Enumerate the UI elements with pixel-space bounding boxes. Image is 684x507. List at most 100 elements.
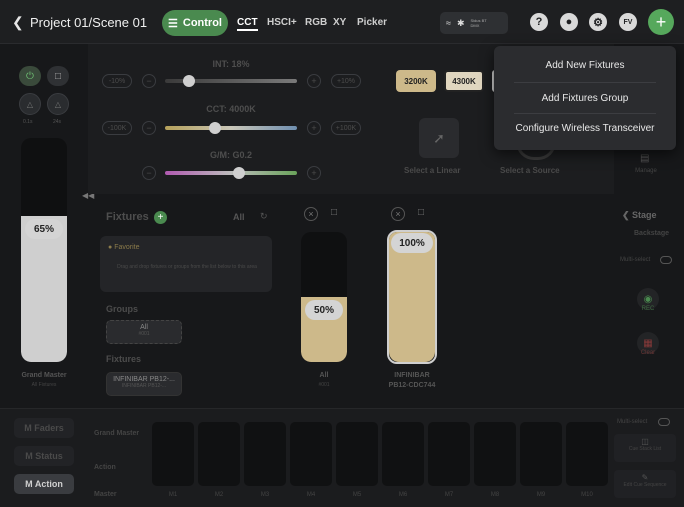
master-slot[interactable] bbox=[198, 422, 240, 486]
select-linear[interactable]: Select a Linear bbox=[404, 166, 460, 175]
fixture-chip-sub: INFINIBAR PB12-... bbox=[121, 383, 167, 389]
cct-minus-step[interactable]: -100K bbox=[102, 121, 132, 135]
bluetooth-icon: ✱ bbox=[456, 17, 465, 28]
master-slot[interactable] bbox=[474, 422, 516, 486]
tab-rgb[interactable]: RGB bbox=[305, 17, 327, 28]
int-slider[interactable] bbox=[165, 75, 297, 87]
drop-hint: Drag and drop fixtures or groups from th… bbox=[117, 264, 257, 270]
control-button[interactable]: ☰ Control bbox=[162, 10, 228, 36]
master-slot[interactable] bbox=[428, 422, 470, 486]
master-slot[interactable] bbox=[244, 422, 286, 486]
multiselect-label: Multi-select bbox=[620, 257, 651, 263]
linear-curve-icon[interactable]: ➚ bbox=[419, 118, 459, 158]
all-fader[interactable] bbox=[301, 232, 347, 362]
bottom-multiselect-toggle[interactable] bbox=[658, 418, 670, 426]
fixture-chip[interactable]: INFINIBAR PB12-... INFINIBAR PB12-... bbox=[106, 372, 182, 396]
fade-out-icon[interactable]: △ bbox=[47, 93, 69, 115]
cue-stack-icon: ◫ bbox=[641, 437, 649, 446]
master-slot-label: M7 bbox=[444, 492, 454, 498]
tab-cct[interactable]: CCT bbox=[237, 17, 258, 31]
int-slider-knob[interactable] bbox=[182, 75, 195, 87]
cct-plus-icon[interactable]: + bbox=[307, 121, 321, 135]
gm-minus-icon[interactable]: − bbox=[142, 166, 156, 180]
tab-xy[interactable]: XY bbox=[333, 17, 346, 28]
grand-master-fader[interactable] bbox=[21, 138, 67, 362]
stage-nav[interactable]: ❮ Stage bbox=[622, 210, 657, 221]
fixtures-list-label: Fixtures bbox=[106, 354, 142, 364]
grand-master-label: Grand Master bbox=[21, 372, 67, 379]
fx-fader-close-icon[interactable]: × bbox=[391, 207, 405, 221]
connection-status[interactable]: ≈ ✱ Sidus BT DMX bbox=[440, 12, 508, 34]
all-fader-lock-icon[interactable]: □ bbox=[331, 207, 337, 218]
cct-plus-step[interactable]: +100K bbox=[331, 121, 361, 135]
groups-label: Groups bbox=[106, 304, 139, 314]
edit-cue-button[interactable]: ✎ Edit Cue Sequence bbox=[614, 470, 676, 498]
gm-slider[interactable] bbox=[165, 167, 297, 179]
power-icon[interactable]: ⏻ bbox=[19, 66, 41, 86]
sliders-icon: ☰ bbox=[168, 17, 178, 30]
master-slot-label: M5 bbox=[352, 492, 362, 498]
int-minus-icon[interactable]: − bbox=[142, 74, 156, 88]
preset-3200k[interactable]: 3200K bbox=[396, 70, 436, 92]
fade-in-time: 0.1s bbox=[23, 119, 33, 125]
cct-slider-knob[interactable] bbox=[209, 122, 222, 134]
add-icon[interactable]: + bbox=[648, 9, 674, 35]
cct-minus-icon[interactable]: − bbox=[142, 121, 156, 135]
rec-label[interactable]: REC bbox=[628, 306, 668, 312]
master-slot[interactable] bbox=[336, 422, 378, 486]
menu-add-fixtures-group[interactable]: Add Fixtures Group bbox=[494, 93, 676, 104]
back-arrow-icon[interactable]: ❮ bbox=[12, 14, 24, 30]
clear-label[interactable]: Clear bbox=[628, 350, 668, 356]
int-plus-step[interactable]: +10% bbox=[331, 74, 361, 88]
master-slot[interactable] bbox=[290, 422, 332, 486]
menu-add-new-fixtures[interactable]: Add New Fixtures bbox=[494, 60, 676, 71]
cue-stack-button[interactable]: ◫ Cue Stack List bbox=[614, 434, 676, 462]
master-slot-label: M2 bbox=[214, 492, 224, 498]
m-action-button[interactable]: M Action bbox=[14, 474, 74, 494]
row-master: Master bbox=[94, 491, 117, 498]
help-icon[interactable]: ? bbox=[530, 13, 548, 31]
tab-picker[interactable]: Picker bbox=[357, 17, 387, 28]
favorite-label: ● Favorite bbox=[108, 244, 140, 251]
user-avatar[interactable]: FV bbox=[619, 13, 637, 31]
all-fader-close-icon[interactable]: × bbox=[304, 207, 318, 221]
fixture-fader-label: INFINIBAR bbox=[394, 372, 430, 379]
master-slot-label: M8 bbox=[490, 492, 500, 498]
all-fader-sub: #001 bbox=[318, 382, 330, 388]
add-fixture-icon[interactable]: + bbox=[154, 211, 167, 224]
fade-in-icon[interactable]: △ bbox=[19, 93, 41, 115]
m-status-button[interactable]: M Status bbox=[14, 446, 74, 466]
menu-configure-wireless[interactable]: Configure Wireless Transceiver bbox=[494, 123, 676, 134]
master-slot-label: M6 bbox=[398, 492, 408, 498]
backstage-label[interactable]: Backstage bbox=[634, 230, 669, 237]
fixtures-all-filter[interactable]: All bbox=[233, 212, 245, 222]
master-slot[interactable] bbox=[382, 422, 424, 486]
tab-hsci[interactable]: HSCI+ bbox=[267, 17, 297, 28]
project-title: Project 01/Scene 01 bbox=[30, 15, 148, 30]
settings-gear-icon[interactable]: ⚙ bbox=[589, 13, 607, 31]
gm-slider-knob[interactable] bbox=[232, 167, 245, 179]
gm-plus-icon[interactable]: + bbox=[307, 166, 321, 180]
refresh-icon[interactable]: ↻ bbox=[260, 211, 268, 222]
manage-icon[interactable]: ▤ bbox=[640, 153, 649, 164]
master-slot[interactable] bbox=[152, 422, 194, 486]
int-label: INT: 18% bbox=[212, 59, 250, 69]
int-plus-icon[interactable]: + bbox=[307, 74, 321, 88]
fixture-chip-name: INFINIBAR PB12-... bbox=[113, 376, 175, 383]
status-line-2: DMX bbox=[470, 23, 480, 28]
master-slot[interactable] bbox=[520, 422, 562, 486]
multiselect-toggle[interactable] bbox=[660, 256, 672, 264]
manage-label[interactable]: Manage bbox=[626, 168, 666, 174]
fx-fader-lock-icon[interactable]: □ bbox=[418, 207, 424, 218]
select-source[interactable]: Select a Source bbox=[500, 166, 560, 175]
cct-slider[interactable] bbox=[165, 122, 297, 134]
chat-icon[interactable]: ● bbox=[560, 13, 578, 31]
group-chip-all[interactable]: All #001 bbox=[106, 320, 182, 344]
preset-4300k[interactable]: 4300K bbox=[444, 70, 484, 92]
lock-icon[interactable]: □ bbox=[47, 66, 69, 86]
edit-cue-label: Edit Cue Sequence bbox=[623, 482, 667, 488]
m-faders-button[interactable]: M Faders bbox=[14, 418, 74, 438]
master-slot[interactable] bbox=[566, 422, 608, 486]
int-minus-step[interactable]: -10% bbox=[102, 74, 132, 88]
master-slot-label: M9 bbox=[536, 492, 546, 498]
